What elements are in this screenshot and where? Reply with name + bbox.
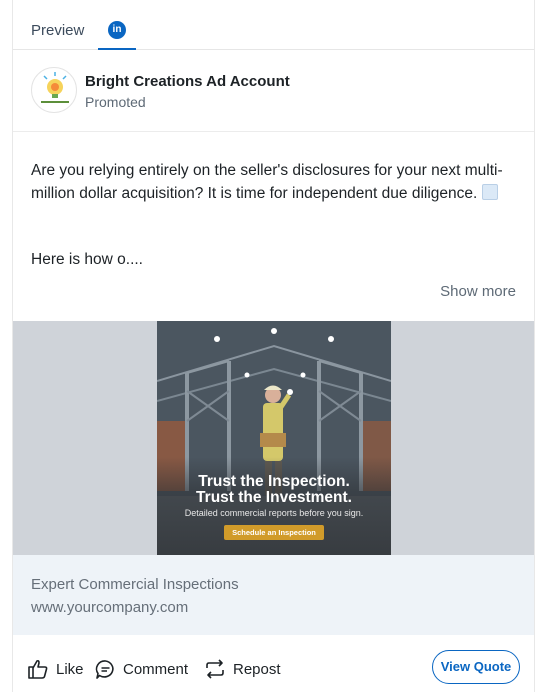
avatar[interactable] — [31, 67, 77, 113]
preview-tabs: Preview in — [13, 0, 534, 50]
comment-icon — [95, 659, 114, 679]
like-label: Like — [56, 660, 84, 678]
post-actions: Like Comment Repost View Quote — [13, 635, 534, 692]
thumbs-up-icon — [28, 659, 48, 679]
post-hook: Here is how o.... — [31, 251, 143, 268]
post-body-text: Are you relying entirely on the seller's… — [31, 162, 503, 202]
ad-media[interactable]: Trust the Inspection. Trust the Investme… — [13, 321, 534, 555]
repost-icon — [206, 659, 224, 679]
bulb-logo-icon — [41, 72, 69, 103]
linkedin-icon: in — [108, 21, 126, 39]
ad-preview-card: Preview in Bright Creations Ad Account P… — [12, 0, 535, 692]
like-button[interactable]: Like — [27, 658, 84, 680]
tab-linkedin[interactable]: in — [98, 12, 136, 50]
creative-subline: Detailed commercial reports before you s… — [184, 508, 364, 518]
tab-preview[interactable]: Preview — [31, 22, 84, 39]
promoted-label: Promoted — [85, 94, 146, 110]
ad-link-footer[interactable]: Expert Commercial Inspections www.yourco… — [13, 555, 534, 635]
view-quote-button[interactable]: View Quote — [432, 650, 520, 684]
account-name[interactable]: Bright Creations Ad Account — [85, 73, 290, 90]
creative-cta-button: Schedule an Inspection — [224, 525, 324, 540]
ad-creative-image[interactable]: Trust the Inspection. Trust the Investme… — [157, 321, 391, 555]
ad-url[interactable]: www.yourcompany.com — [31, 599, 188, 616]
ad-title[interactable]: Expert Commercial Inspections — [31, 576, 239, 593]
repost-button[interactable]: Repost — [204, 658, 281, 680]
post-header: Bright Creations Ad Account Promoted — [13, 50, 534, 132]
comment-label: Comment — [123, 660, 189, 678]
post-body: Are you relying entirely on the seller's… — [31, 159, 521, 205]
comment-button[interactable]: Comment — [95, 658, 188, 680]
chart-decreasing-emoji — [481, 184, 498, 200]
creative-headline-2: Trust the Investment. — [196, 489, 352, 506]
repost-label: Repost — [233, 660, 281, 678]
show-more-link[interactable]: Show more — [440, 283, 516, 300]
